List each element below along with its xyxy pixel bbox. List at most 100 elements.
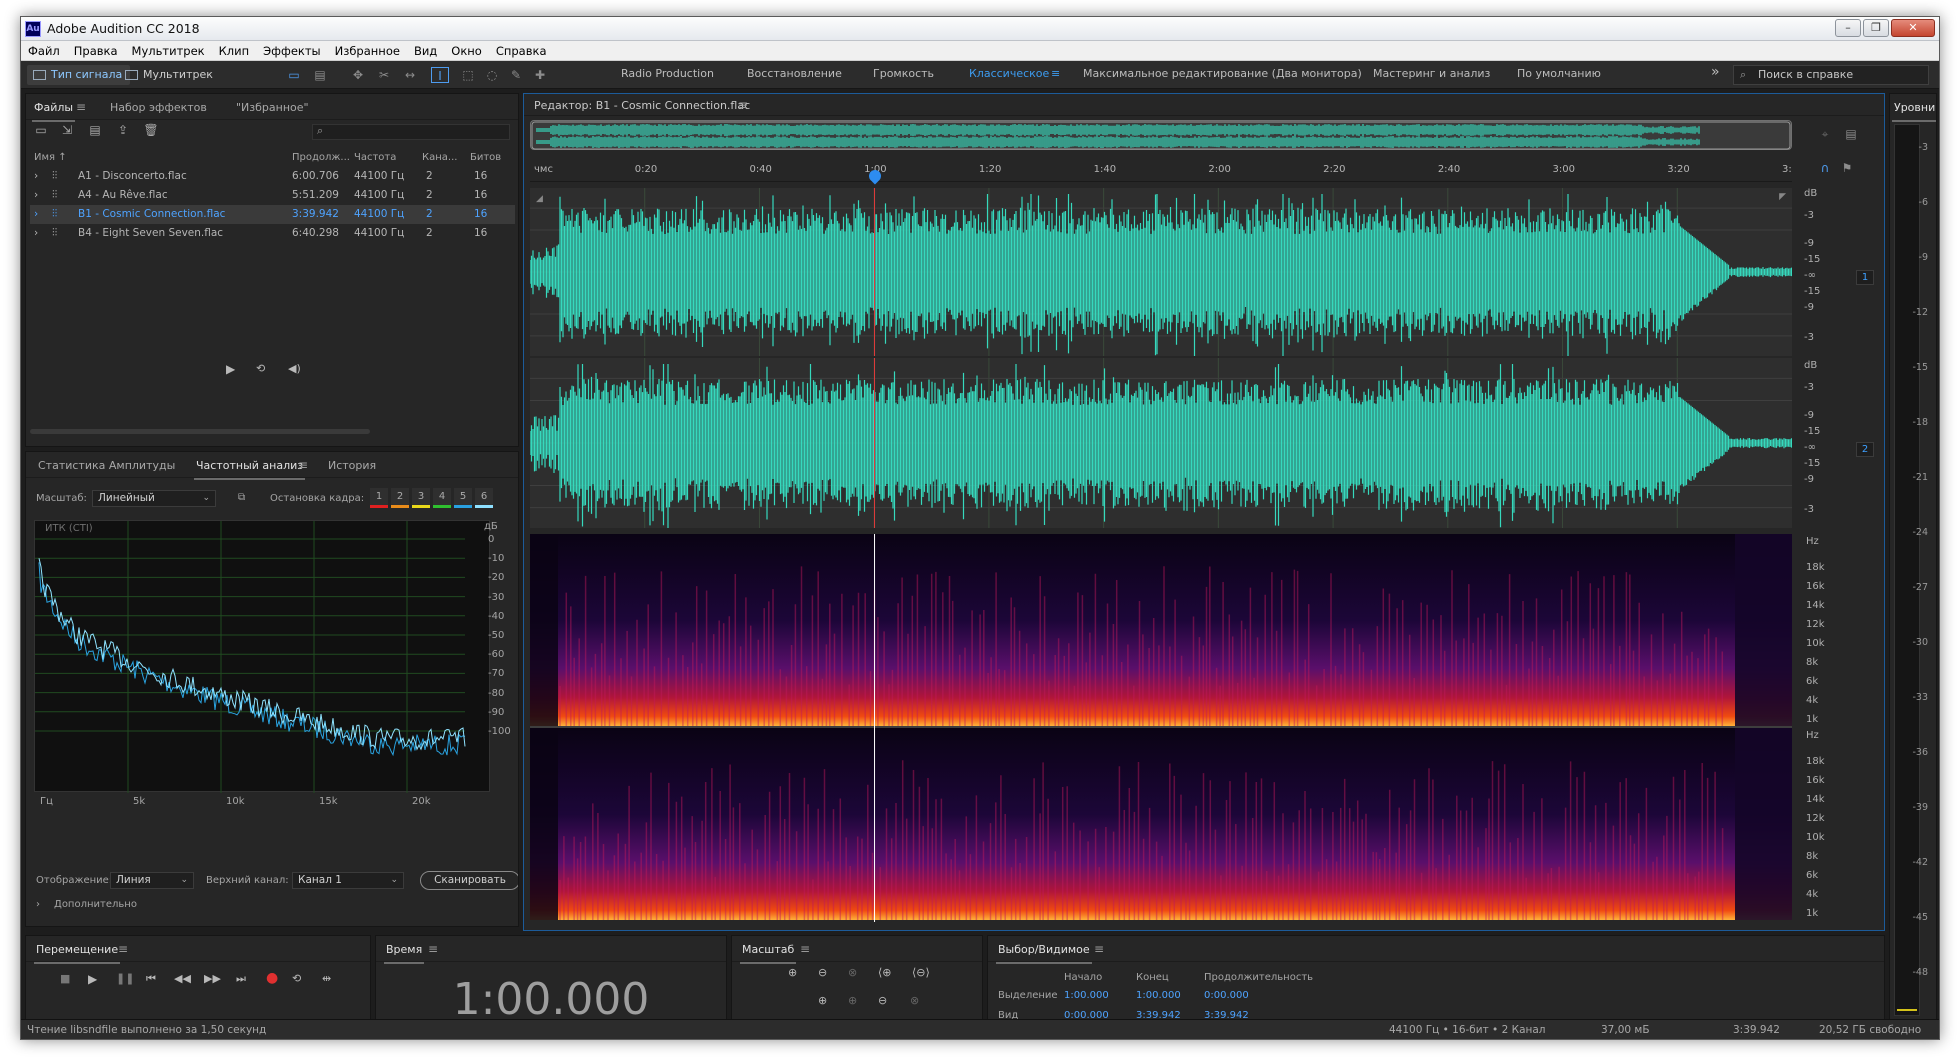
brush-tool-icon[interactable]: ✎ (507, 67, 525, 83)
zoom-out-full-icon[interactable]: ⊗ (848, 966, 857, 979)
minimize-button[interactable]: – (1835, 19, 1861, 37)
tab-history[interactable]: История (328, 459, 376, 472)
autoplay-icon[interactable]: ◀) (288, 362, 301, 375)
timeline-ruler[interactable]: чмс 0:200:401:001:201:402:002:202:403:00… (530, 156, 1792, 185)
razor-tool-icon[interactable]: ✂ (375, 67, 393, 83)
expand-icon[interactable]: › (34, 189, 38, 201)
expand-icon[interactable]: › (34, 208, 38, 220)
workspace-menu-icon[interactable]: ≡ (1051, 67, 1060, 80)
scale-select[interactable]: Линейный ⌄ (92, 490, 216, 507)
tab-favorites[interactable]: "Избранное" (236, 101, 309, 114)
workspace-max-editing[interactable]: Максимальное редактирование (Два монитор… (1083, 67, 1362, 80)
menu-multitrack[interactable]: Мультитрек (125, 44, 212, 58)
record-icon[interactable]: ● (266, 970, 278, 986)
advanced-toggle[interactable]: Дополнительно (54, 899, 137, 910)
freeze-slot-button[interactable]: 4 (433, 488, 451, 508)
workspace-restoration[interactable]: Восстановление (747, 67, 842, 80)
menu-help[interactable]: Справка (489, 44, 554, 58)
workspace-radio-production[interactable]: Radio Production (621, 67, 714, 80)
transport-menu-icon[interactable]: ≡ (118, 942, 128, 956)
maximize-button[interactable]: ❐ (1863, 19, 1889, 37)
spectral-display-icon[interactable]: ▭ (285, 67, 303, 83)
file-row[interactable]: › ⫶⫶ A4 - Au Rêve.flac 5:51.209 44100 Гц… (30, 186, 515, 205)
frequency-graph[interactable]: ИТК (СТI) (34, 520, 490, 793)
menu-file[interactable]: Файл (21, 44, 67, 58)
tab-effects-rack[interactable]: Набор эффектов (110, 101, 207, 114)
tab-files[interactable]: Файлы (31, 101, 76, 122)
col-rate[interactable]: Частота (354, 152, 396, 163)
scan-button[interactable]: Сканировать (420, 871, 518, 890)
channel-2-toggle[interactable]: 2 (1856, 442, 1874, 457)
time-menu-icon[interactable]: ≡ (428, 942, 438, 956)
channel-select[interactable]: Канал 1 ⌄ (292, 872, 404, 889)
selection-start[interactable]: 1:00.000 (1064, 990, 1109, 1001)
display-select[interactable]: Линия ⌄ (110, 872, 194, 889)
menu-effects[interactable]: Эффекты (256, 44, 328, 58)
file-row-selected[interactable]: › ⫶⫶ B1 - Cosmic Connection.flac 3:39.94… (30, 205, 515, 224)
col-channels[interactable]: Кана... (422, 152, 457, 163)
menu-window[interactable]: Окно (444, 44, 489, 58)
skip-selection-icon[interactable]: ⇹ (322, 972, 331, 985)
import-file-icon[interactable]: ⇲ (58, 122, 76, 138)
zoom-in-point-icon[interactable]: ⊕ (848, 994, 857, 1007)
zoom-to-selection-icon[interactable]: ⊕ (818, 994, 827, 1007)
channel-1-toggle[interactable]: 1 (1856, 270, 1874, 285)
col-duration[interactable]: Продолж... (292, 152, 350, 163)
move-tool-icon[interactable]: ✥ (349, 67, 367, 83)
freeze-slot-button[interactable]: 5 (454, 488, 472, 508)
selection-duration[interactable]: 0:00.000 (1204, 990, 1249, 1001)
expand-icon[interactable]: › (34, 170, 38, 182)
resize-corner-icon[interactable]: ◤ (1779, 192, 1786, 202)
workspace-overflow-icon[interactable]: » (1711, 64, 1720, 80)
rewind-icon[interactable]: ◀◀ (174, 972, 191, 985)
loop-icon[interactable]: ⟲ (292, 972, 301, 985)
files-search-input[interactable]: ⌕ (312, 124, 510, 140)
multitrack-mode-button[interactable]: Мультитрек (119, 65, 221, 85)
snap-icon[interactable]: ∩ (1816, 160, 1834, 176)
panel-layout-icon[interactable]: ▤ (1842, 126, 1860, 142)
fast-forward-icon[interactable]: ▶▶ (204, 972, 221, 985)
slip-tool-icon[interactable]: ↔ (401, 67, 419, 83)
resize-corner-icon[interactable]: ◢ (536, 194, 543, 204)
tab-amplitude-stats[interactable]: Статистика Амплитуды (38, 459, 175, 472)
waveform-channel-1[interactable]: ◢ ◤ (529, 188, 1793, 358)
freeze-slot-button[interactable]: 1 (370, 488, 388, 508)
pitch-display-icon[interactable]: ▤ (311, 67, 329, 83)
play-preview-icon[interactable]: ▶ (226, 362, 235, 376)
expand-icon[interactable]: › (36, 899, 40, 910)
zoom-out-amplitude-icon[interactable]: ⊖ (818, 966, 827, 979)
menu-view[interactable]: Вид (407, 44, 444, 58)
selection-end[interactable]: 1:00.000 (1136, 990, 1181, 1001)
overview-bar[interactable] (530, 120, 1792, 150)
selection-menu-icon[interactable]: ≡ (1094, 942, 1104, 956)
pause-icon[interactable]: ❚❚ (116, 972, 134, 985)
freq-panel-menu-icon[interactable]: ≡ (298, 458, 308, 472)
file-row[interactable]: › ⫶⫶ A1 - Disconcerto.flac 6:00.706 4410… (30, 167, 515, 186)
file-row[interactable]: › ⫶⫶ B4 - Eight Seven Seven.flac 6:40.29… (30, 224, 515, 243)
freeze-frame-icon[interactable]: ⧉ (238, 492, 245, 503)
marquee-tool-icon[interactable]: ⬚ (459, 67, 477, 83)
current-time-display[interactable]: 1:00.000 (376, 974, 726, 1025)
stop-icon[interactable]: ■ (60, 972, 70, 985)
marker-icon[interactable]: ⚑ (1838, 160, 1856, 176)
col-name[interactable]: Имя ↑ (34, 152, 67, 163)
freeze-slot-button[interactable]: 3 (412, 488, 430, 508)
workspace-loudness[interactable]: Громкость (873, 67, 934, 80)
waveform-mode-button[interactable]: Тип сигнала (27, 65, 131, 85)
spot-healing-icon[interactable]: ✚ (531, 67, 549, 83)
col-bits[interactable]: Битов (470, 152, 501, 163)
zoom-in-time-icon[interactable]: ⟨⊕ (878, 966, 892, 979)
zoom-out-time-icon[interactable]: ⟨⊖⟩ (912, 966, 930, 979)
new-file-icon[interactable]: ▤ (86, 122, 104, 138)
zoom-scroll-icon[interactable]: ⌖ (1816, 126, 1834, 142)
workspace-mastering[interactable]: Мастеринг и анализ (1373, 67, 1490, 80)
menu-clip[interactable]: Клип (212, 44, 257, 58)
lasso-tool-icon[interactable]: ◌ (483, 67, 501, 83)
zoom-out-point-icon[interactable]: ⊖ (878, 994, 887, 1007)
expand-icon[interactable]: › (34, 227, 38, 239)
zoom-menu-icon[interactable]: ≡ (800, 942, 810, 956)
tab-frequency-analysis[interactable]: Частотный анализ (193, 459, 306, 480)
horizontal-scrollbar[interactable] (30, 429, 370, 434)
freeze-slot-button[interactable]: 6 (475, 488, 493, 508)
freeze-slot-button[interactable]: 2 (391, 488, 409, 508)
